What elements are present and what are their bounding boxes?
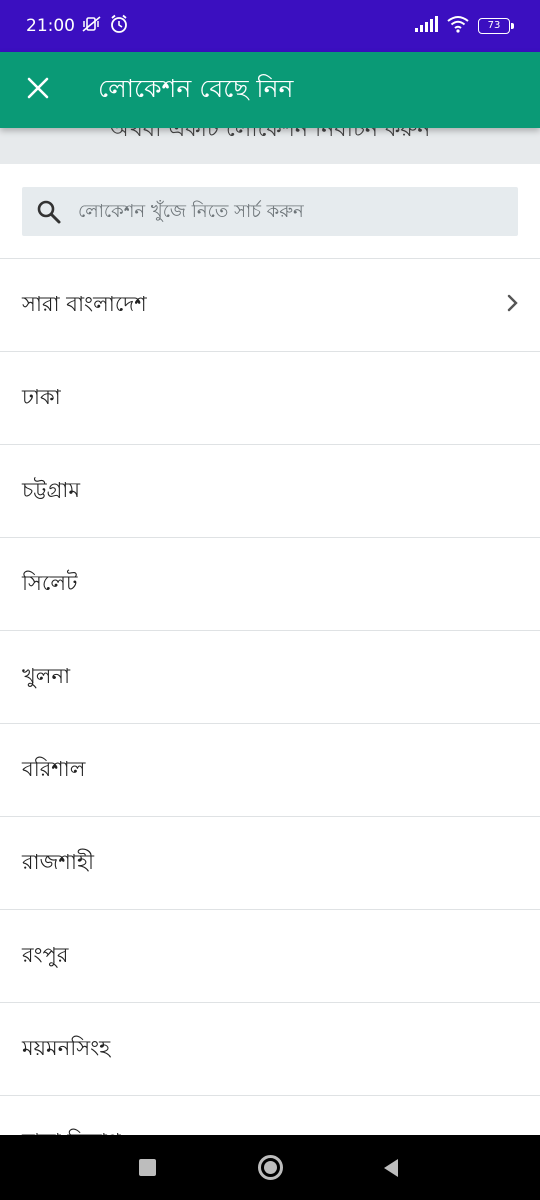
- hint-text: অথবা একটি লোকেশন নির্বাচন করুন: [109, 128, 431, 142]
- list-item-label: সিলেট: [22, 570, 78, 595]
- app-bar: লোকেশন বেছে নিন: [0, 52, 540, 128]
- list-item-label: খুলনা: [22, 663, 71, 688]
- search-box[interactable]: [22, 187, 518, 236]
- vibrate-mute-icon: [81, 15, 103, 38]
- wifi-icon: [446, 15, 470, 37]
- page-title: লোকেশন বেছে নিন: [98, 73, 294, 103]
- signal-icon: [414, 16, 438, 36]
- alarm-icon: [109, 14, 129, 39]
- list-item-label: বরিশাল: [22, 756, 86, 781]
- status-left: 21:00: [26, 14, 129, 39]
- recents-icon[interactable]: [139, 1159, 156, 1176]
- list-item-khulna[interactable]: খুলনা: [0, 631, 540, 724]
- battery-icon: 73: [478, 18, 514, 34]
- list-item-barishal[interactable]: বরিশাল: [0, 724, 540, 817]
- list-item-dhaka[interactable]: ঢাকা: [0, 352, 540, 445]
- system-nav-bar: [0, 1135, 540, 1200]
- search-input[interactable]: [76, 200, 500, 223]
- home-icon[interactable]: [258, 1155, 283, 1180]
- search-icon: [36, 198, 64, 226]
- close-button[interactable]: [0, 52, 76, 128]
- chevron-right-icon: [506, 293, 520, 318]
- list-item-label: চট্টগ্রাম: [22, 477, 81, 502]
- list-item-label: সারা বাংলাদেশ: [22, 291, 147, 316]
- list-item-rangpur[interactable]: রংপুর: [0, 910, 540, 1003]
- home-icon-inner: [264, 1161, 277, 1174]
- list-item-label: রংপুর: [22, 942, 69, 967]
- list-item-chattogram[interactable]: চট্টগ্রাম: [0, 445, 540, 538]
- list-item-sylhet[interactable]: সিলেট: [0, 538, 540, 631]
- list-item-rajshahi[interactable]: রাজশাহী: [0, 817, 540, 910]
- back-icon[interactable]: [382, 1158, 400, 1182]
- battery-level: 73: [487, 20, 501, 31]
- list-item-label: রাজশাহী: [22, 849, 94, 874]
- list-item-dhaka-division[interactable]: ঢাকা বিভাগ: [0, 1096, 540, 1137]
- list-item-label: ঢাকা: [22, 384, 61, 409]
- hint-strip: অথবা একটি লোকেশন নির্বাচন করুন: [0, 128, 540, 164]
- status-time: 21:00: [26, 16, 75, 36]
- status-bar: 21:00 73: [0, 0, 540, 52]
- list-item-label: ময়মনসিংহ: [22, 1035, 111, 1060]
- status-right: 73: [414, 15, 514, 37]
- list-item-all-bangladesh[interactable]: সারা বাংলাদেশ: [0, 259, 540, 352]
- list-item-mymensingh[interactable]: ময়মনসিংহ: [0, 1003, 540, 1096]
- location-list: সারা বাংলাদেশ ঢাকা চট্টগ্রাম সিলেট খুলনা…: [0, 258, 540, 1136]
- close-icon: [27, 77, 49, 103]
